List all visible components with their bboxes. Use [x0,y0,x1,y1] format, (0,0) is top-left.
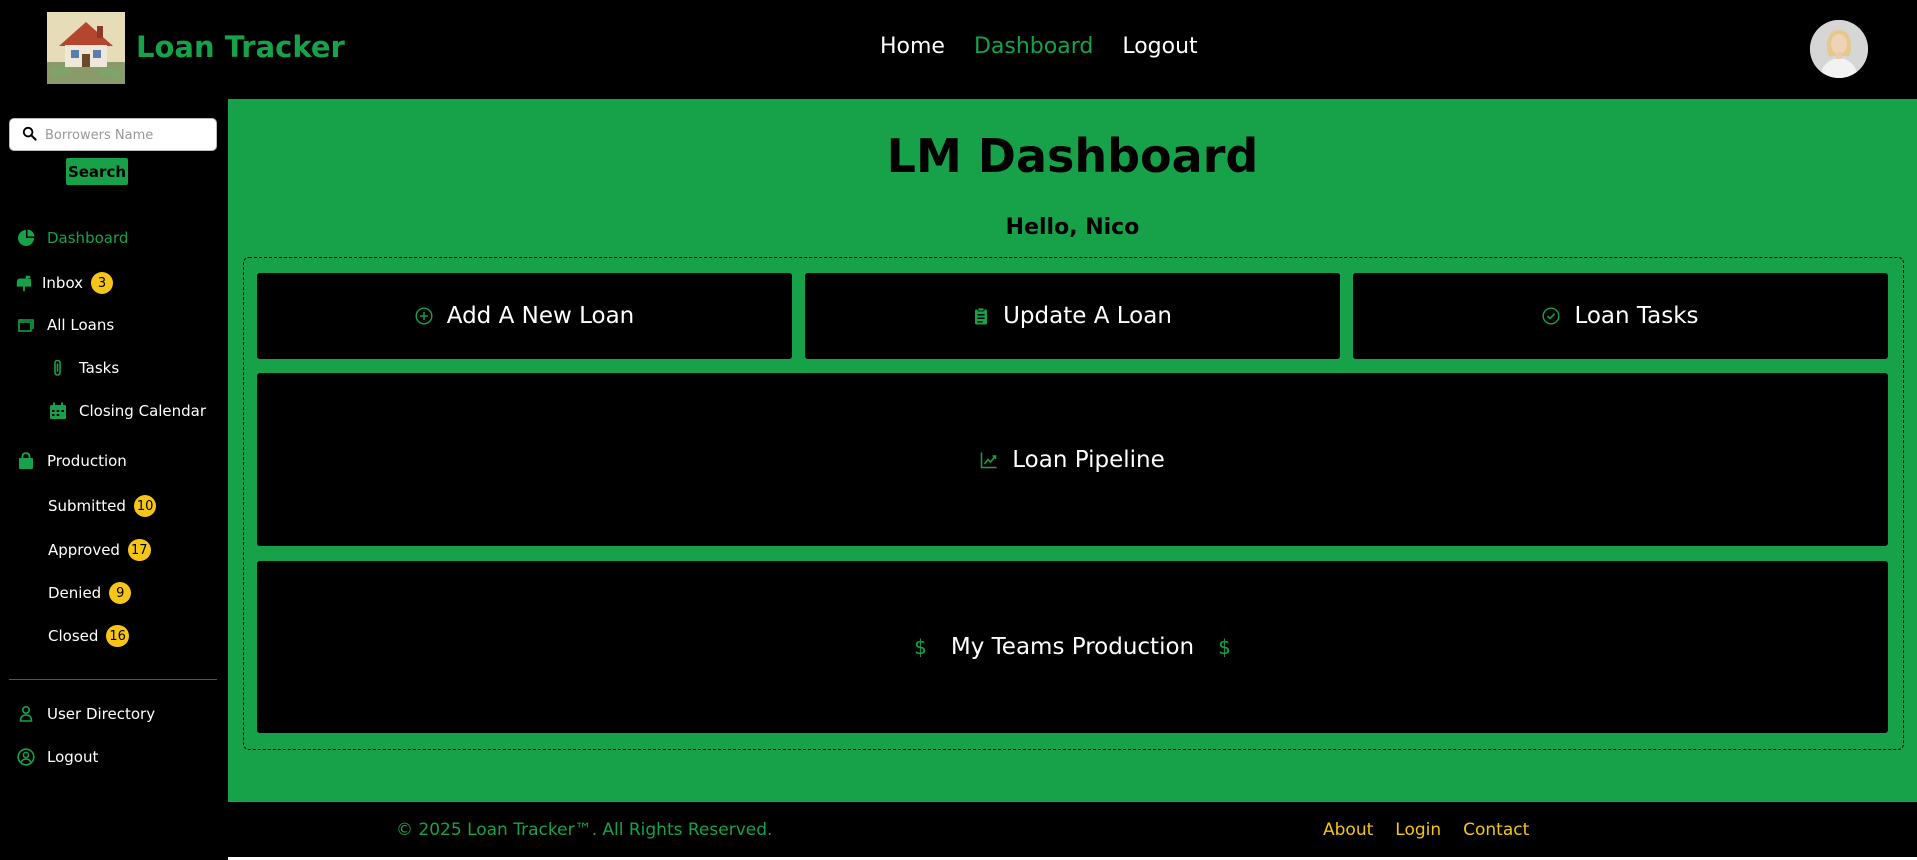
loan-tasks-card[interactable]: Loan Tasks [1353,273,1888,359]
sidebar: Search Dashboard Inbox 3 All Loans Tasks… [0,99,228,860]
loan-pipeline-card[interactable]: Loan Pipeline [257,373,1888,546]
paperclip-icon [49,359,67,377]
sidebar-item-label: Submitted [48,497,126,515]
card-label: My Teams Production [950,634,1195,660]
sidebar-item-dashboard[interactable]: Dashboard [17,229,128,247]
sidebar-item-all-loans[interactable]: All Loans [17,316,114,334]
footer-links: About Login Contact [1323,820,1529,840]
footer-about-link[interactable]: About [1323,820,1373,840]
card-label: Loan Tasks [1574,303,1699,329]
sidebar-item-label: Tasks [79,359,120,377]
sidebar-item-closing-calendar[interactable]: Closing Calendar [49,402,206,420]
greeting: Hello, Nico [1005,215,1140,240]
user-avatar[interactable] [1810,20,1868,78]
search-box [9,118,217,151]
sidebar-item-label: All Loans [47,316,115,334]
search-icon [22,126,37,145]
user-circle-icon [17,748,35,766]
submitted-count-badge: 10 [133,495,157,517]
footer: © 2025 Loan Tracker™. All Rights Reserve… [228,802,1917,857]
folders-icon [17,316,35,334]
sidebar-item-label: User Directory [47,705,156,723]
top-nav: Home Dashboard Logout [880,34,1198,59]
sidebar-item-label: Inbox [42,274,84,292]
page-title: LM Dashboard [886,129,1259,183]
nav-home-link[interactable]: Home [880,34,945,59]
team-production-card[interactable]: $ My Teams Production $ [257,561,1888,733]
sidebar-item-denied[interactable]: Denied 9 [48,582,132,604]
sidebar-item-label: Dashboard [47,229,129,247]
sidebar-item-label: Closed [48,627,99,645]
dashboard-card-grid: Add A New Loan Update A Loan Loan Tasks … [243,257,1904,750]
approved-count-badge: 17 [127,539,151,561]
sidebar-item-submitted[interactable]: Submitted 10 [48,495,157,517]
sidebar-item-production[interactable]: Production [17,452,127,470]
card-label: Add A New Loan [446,303,635,329]
sidebar-item-user-directory[interactable]: User Directory [17,705,155,723]
calendar-icon [49,402,67,420]
search-button[interactable]: Search [66,158,128,185]
clipboard-icon [973,307,989,325]
pie-chart-icon [17,229,35,247]
card-label: Update A Loan [1003,303,1172,329]
mailbox-icon [15,274,33,292]
sidebar-item-label: Approved [48,541,120,559]
card-label: Loan Pipeline [1012,446,1165,473]
sidebar-item-label: Closing Calendar [79,402,207,420]
footer-login-link[interactable]: Login [1395,820,1441,840]
inbox-count-badge: 3 [91,272,114,294]
sidebar-item-label: Production [47,452,127,470]
top-header: Loan Tracker Home Dashboard Logout [0,0,1917,99]
copyright-text: © 2025 Loan Tracker™. All Rights Reserve… [396,820,773,840]
update-loan-card[interactable]: Update A Loan [805,273,1340,359]
footer-contact-link[interactable]: Contact [1463,820,1529,840]
sidebar-item-closed[interactable]: Closed 16 [48,625,129,647]
sidebar-item-approved[interactable]: Approved 17 [48,539,151,561]
sidebar-item-label: Denied [48,584,102,602]
plus-circle-icon [415,307,433,325]
check-circle-icon [1542,307,1560,325]
nav-dashboard-link[interactable]: Dashboard [974,34,1093,59]
borrower-search-input[interactable] [45,122,210,148]
sidebar-divider [9,679,217,680]
dollar-icon: $ [914,635,927,659]
denied-count-badge: 9 [109,582,132,604]
dollar-icon: $ [1218,635,1231,659]
main-content: LM Dashboard Hello, Nico Add A New Loan … [228,99,1917,802]
person-icon [17,705,35,723]
sidebar-item-inbox[interactable]: Inbox 3 [15,272,114,294]
logo-house-image[interactable] [47,12,125,84]
nav-logout-link[interactable]: Logout [1122,34,1197,59]
closed-count-badge: 16 [106,625,129,647]
add-new-loan-card[interactable]: Add A New Loan [257,273,792,359]
app-title[interactable]: Loan Tracker [136,30,345,64]
line-chart-icon [980,451,998,469]
shopping-bag-icon [17,452,35,470]
sidebar-item-tasks[interactable]: Tasks [49,359,119,377]
sidebar-item-logout[interactable]: Logout [17,748,98,766]
sidebar-item-label: Logout [47,748,99,766]
